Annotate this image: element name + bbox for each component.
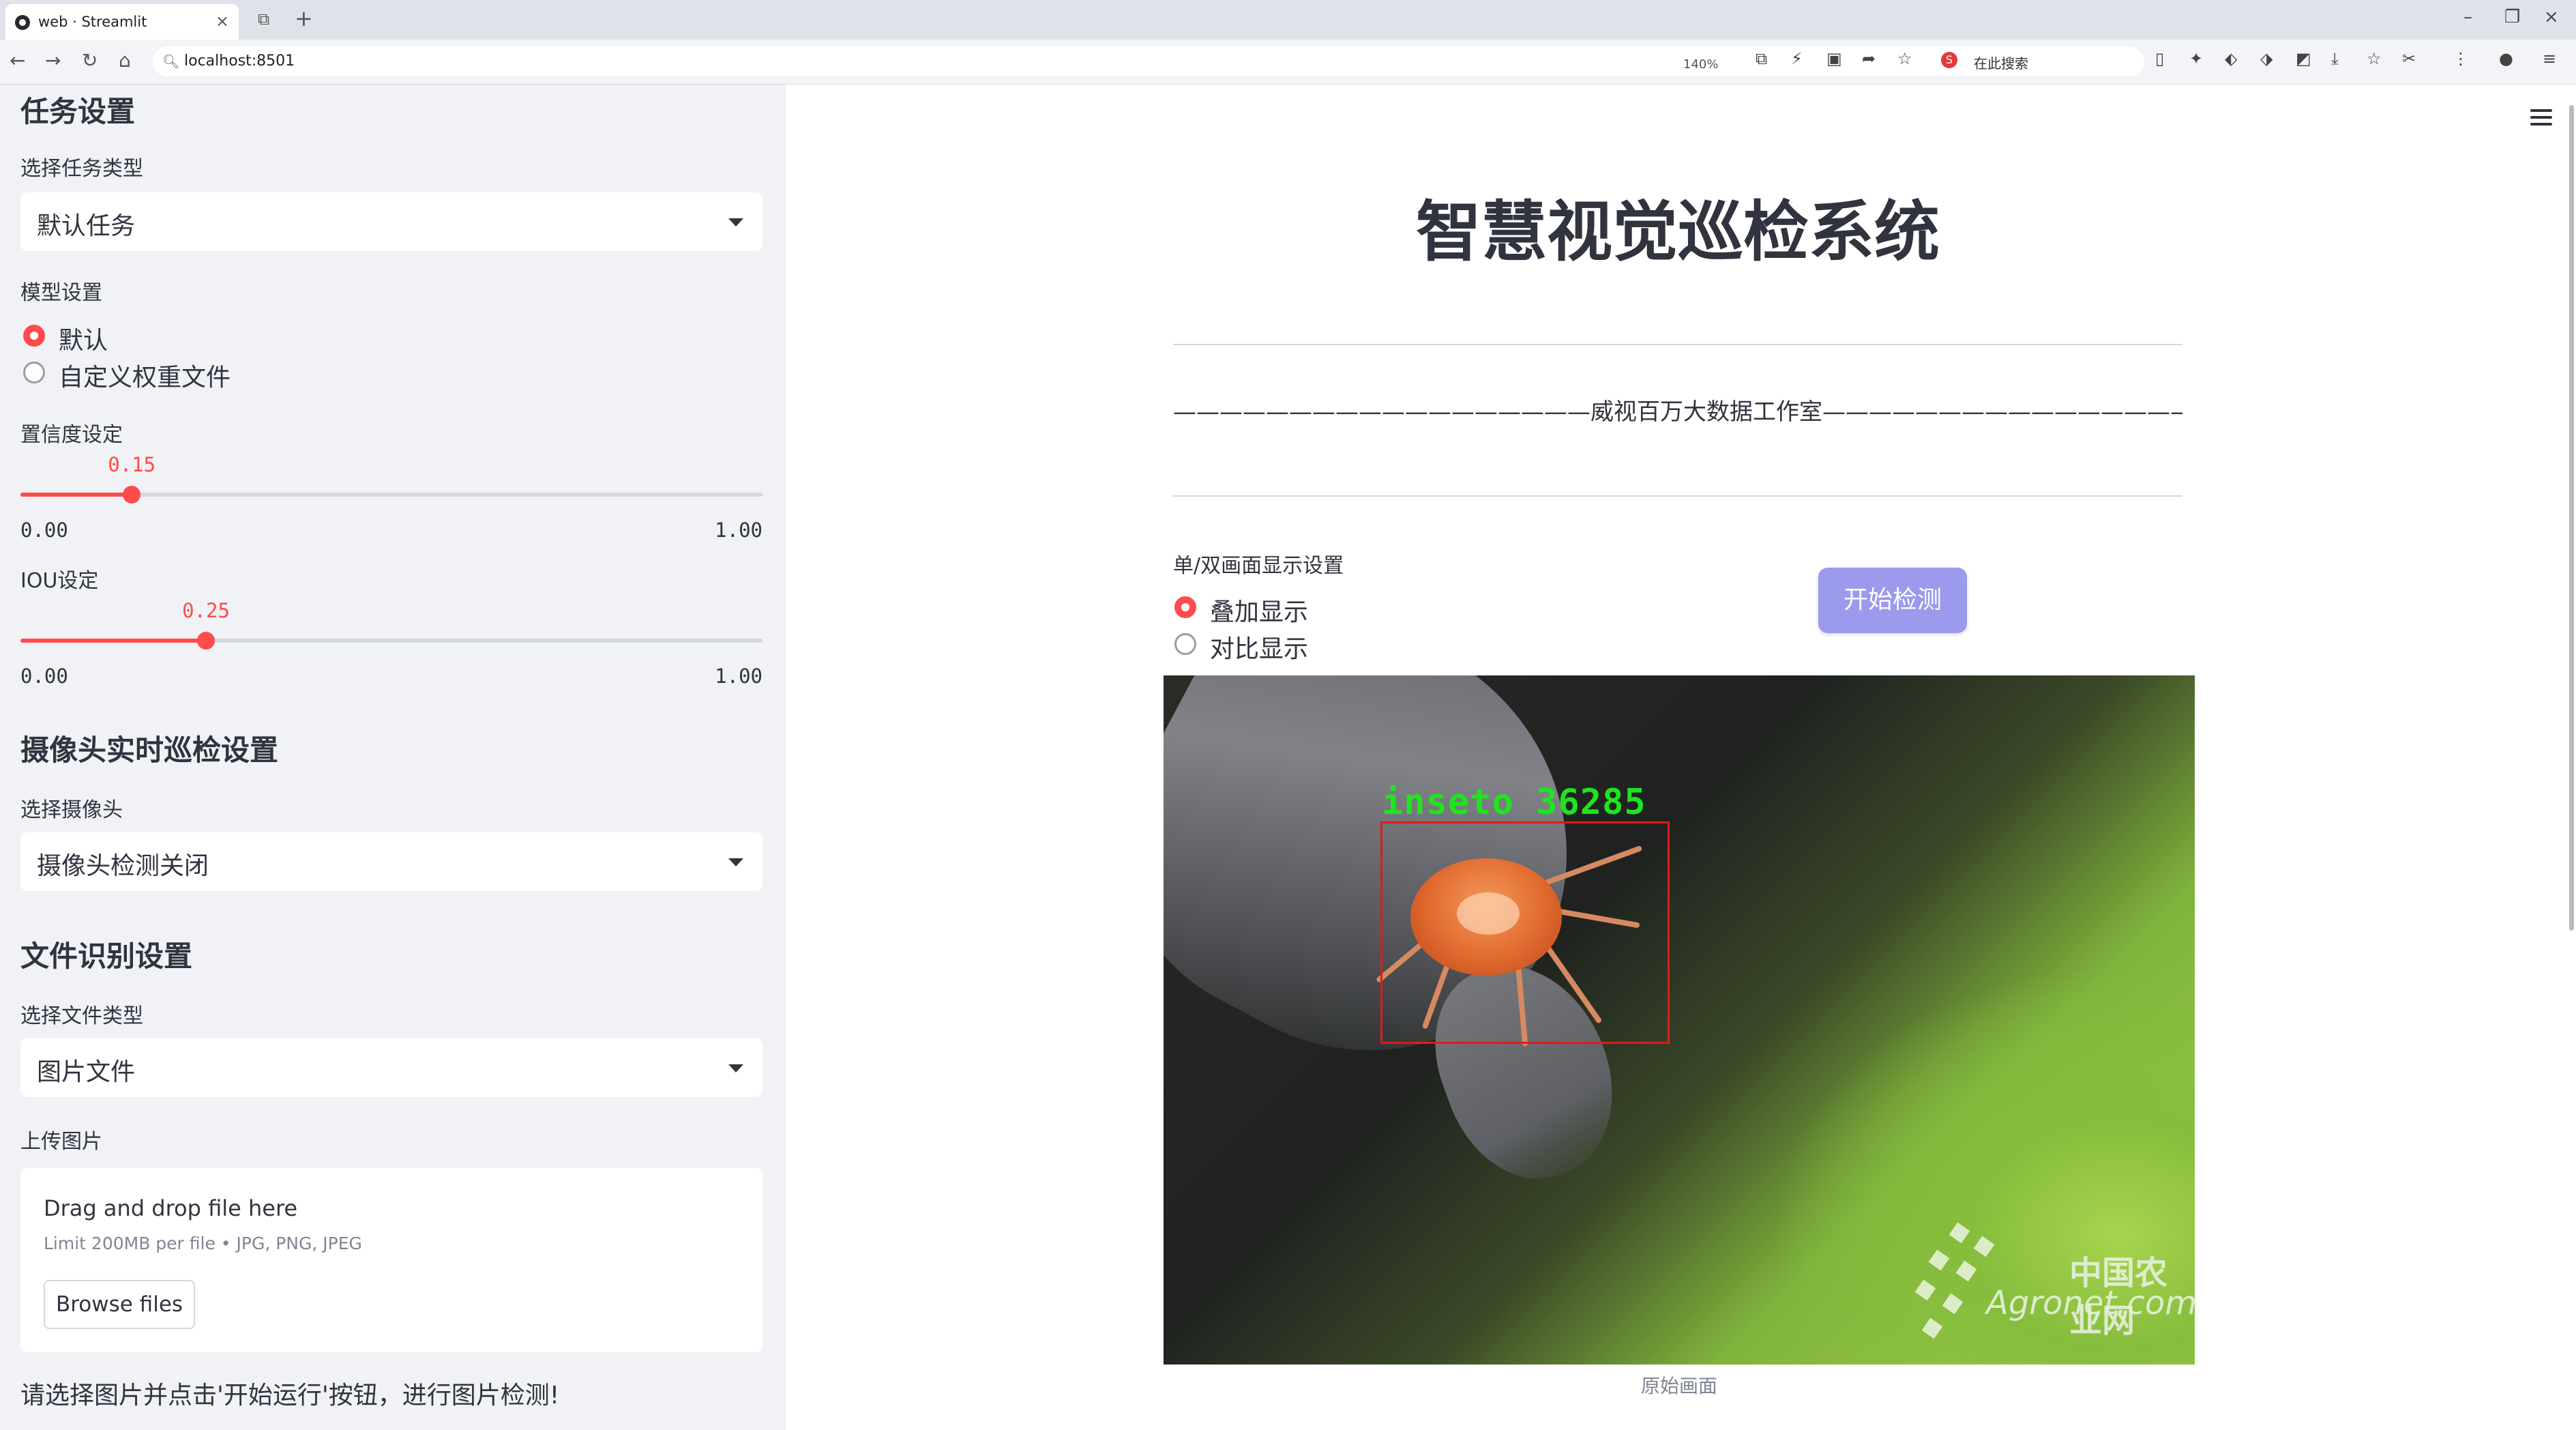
model-label: 模型设置: [20, 281, 102, 305]
slider-current-value: 0.15: [108, 453, 156, 476]
detection-image: inseto 36285 中国农业网 Agronet.com.cn: [1164, 675, 2195, 1365]
browser-tab-bar: web · Streamlit × ⧉ + – ❐ ×: [0, 0, 2576, 40]
slider-thumb[interactable]: [197, 632, 215, 650]
search-icon: 🔍︎: [162, 53, 180, 70]
new-tab-icon[interactable]: +: [295, 5, 313, 31]
watermark-logo-icon: [1911, 1222, 1995, 1348]
scissors-icon[interactable]: ✂: [2402, 49, 2416, 68]
browse-files-button[interactable]: Browse files: [44, 1280, 195, 1329]
home-icon[interactable]: ⌂: [119, 49, 131, 72]
search-placeholder: 在此搜索: [1974, 55, 2028, 72]
slider-current-value: 0.25: [182, 599, 230, 622]
bookmark-star-icon[interactable]: ☆: [1897, 49, 1912, 68]
detection-label: inseto 36285: [1382, 782, 1646, 823]
browser-tab[interactable]: web · Streamlit ×: [5, 4, 239, 40]
minimize-icon[interactable]: –: [2463, 7, 2472, 27]
radio-selected-icon: [23, 325, 45, 347]
agronet-watermark: 中国农业网 Agronet.com.cn: [1911, 1222, 2195, 1362]
window-close-icon[interactable]: ×: [2544, 7, 2559, 27]
camera-value: 摄像头检测关闭: [37, 852, 209, 880]
file-type-select[interactable]: 图片文件: [20, 1038, 763, 1097]
confidence-slider[interactable]: 0.15 0.00 1.00: [20, 453, 763, 542]
menu-icon[interactable]: ≡: [2543, 49, 2556, 68]
download-icon[interactable]: ⤓: [2331, 49, 2339, 68]
image-caption: 原始画面: [1640, 1375, 1717, 1397]
slider-max: 1.00: [715, 519, 763, 542]
avatar[interactable]: ●: [2499, 49, 2513, 68]
extension-icon[interactable]: ◩: [2296, 49, 2311, 68]
main-menu-icon[interactable]: [2530, 109, 2552, 126]
file-uploader-dropzone[interactable]: Drag and drop file here Limit 200MB per …: [20, 1168, 763, 1352]
task-type-select[interactable]: 默认任务: [20, 192, 763, 251]
model-option-label: 默认: [59, 327, 108, 355]
favorites-icon[interactable]: ☆: [2367, 49, 2382, 68]
divider: [1173, 344, 2182, 345]
slider-max: 1.00: [715, 665, 763, 688]
iou-label: IOU设定: [20, 569, 99, 593]
chevron-down-icon: [728, 858, 743, 866]
device-icon[interactable]: ▯: [2155, 49, 2164, 68]
display-option-label: 叠加显示: [1210, 598, 1309, 626]
translate-icon[interactable]: ⧉: [1756, 49, 1767, 68]
url-field[interactable]: 🔍︎ localhost:8501 140%: [153, 46, 2144, 76]
page-title: 智慧视觉巡检系统: [1416, 194, 1940, 270]
tab-list-icon[interactable]: ⧉: [258, 10, 269, 29]
scrollbar[interactable]: [2567, 85, 2576, 1430]
divider: [1173, 495, 2182, 497]
camera-select[interactable]: 摄像头检测关闭: [20, 832, 763, 891]
zoom-level[interactable]: 140%: [1683, 57, 1718, 72]
browser-search-box[interactable]: S 在此搜索: [1936, 48, 2140, 75]
extension-icon[interactable]: ✦: [2189, 49, 2203, 68]
model-option-label: 自定义权重文件: [59, 364, 231, 392]
display-mode-label: 单/双画面显示设置: [1173, 554, 1344, 578]
url-text: localhost:8501: [184, 53, 295, 70]
back-icon[interactable]: ←: [10, 49, 25, 72]
slider-thumb[interactable]: [123, 486, 141, 504]
tab-close-icon[interactable]: ×: [216, 12, 229, 31]
extension-icon[interactable]: ⬖: [2225, 49, 2237, 68]
forward-icon[interactable]: →: [45, 49, 61, 72]
start-detection-button[interactable]: 开始检测: [1818, 568, 1967, 633]
file-type-label: 选择文件类型: [20, 1004, 143, 1028]
radio-selected-icon: [1174, 596, 1196, 618]
radio-unselected-icon: [1174, 633, 1196, 655]
task-type-label: 选择任务类型: [20, 157, 143, 181]
scrollbar-thumb[interactable]: [2569, 105, 2574, 931]
reload-icon[interactable]: ↻: [82, 49, 98, 72]
upload-label: 上传图片: [20, 1130, 102, 1154]
radio-unselected-icon: [23, 362, 45, 383]
confidence-label: 置信度设定: [20, 423, 123, 447]
restore-icon[interactable]: ❐: [2504, 7, 2520, 27]
extension-icon[interactable]: ⬗: [2260, 49, 2272, 68]
slider-min: 0.00: [20, 519, 68, 542]
slider-fill: [20, 493, 132, 497]
iou-slider[interactable]: 0.25 0.00 1.00: [20, 599, 763, 688]
detection-bounding-box: [1380, 821, 1670, 1044]
camera-section-title: 摄像头实时巡检设置: [20, 733, 279, 767]
slider-min: 0.00: [20, 665, 68, 688]
file-section-title: 文件识别设置: [20, 939, 193, 973]
share-icon[interactable]: ➦: [1862, 49, 1876, 68]
chevron-down-icon: [728, 218, 743, 227]
camera-label: 选择摄像头: [20, 798, 123, 822]
chevron-down-icon: [728, 1064, 743, 1072]
search-engine-icon: S: [1941, 52, 1957, 68]
tab-title: web · Streamlit: [38, 14, 147, 30]
file-type-value: 图片文件: [37, 1058, 136, 1086]
display-option-label: 对比显示: [1210, 635, 1309, 663]
task-type-value: 默认任务: [37, 212, 136, 240]
sidebar-instruction: 请选择图片并点击'开始运行'按钮，进行图片检测!: [20, 1382, 560, 1410]
watermark-text-en: Agronet.com.cn: [1986, 1284, 2195, 1322]
uploader-title: Drag and drop file here: [44, 1195, 298, 1221]
slider-fill: [20, 639, 206, 643]
address-bar: ← → ↻ ⌂ 🔍︎ localhost:8501 140% ⧉ ⚡ ▣ ➦ ☆…: [0, 40, 2576, 85]
uploader-limit: Limit 200MB per file • JPG, PNG, JPEG: [44, 1234, 362, 1253]
screenshot-icon[interactable]: ▣: [1826, 49, 1842, 68]
streamlit-favicon-icon: [15, 15, 30, 30]
bolt-icon[interactable]: ⚡: [1791, 49, 1803, 68]
studio-banner: ——————————————————威视百万大数据工作室————————————…: [1173, 398, 2182, 426]
task-section-title: 任务设置: [20, 95, 136, 128]
more-icon[interactable]: ⋮: [2453, 49, 2469, 68]
